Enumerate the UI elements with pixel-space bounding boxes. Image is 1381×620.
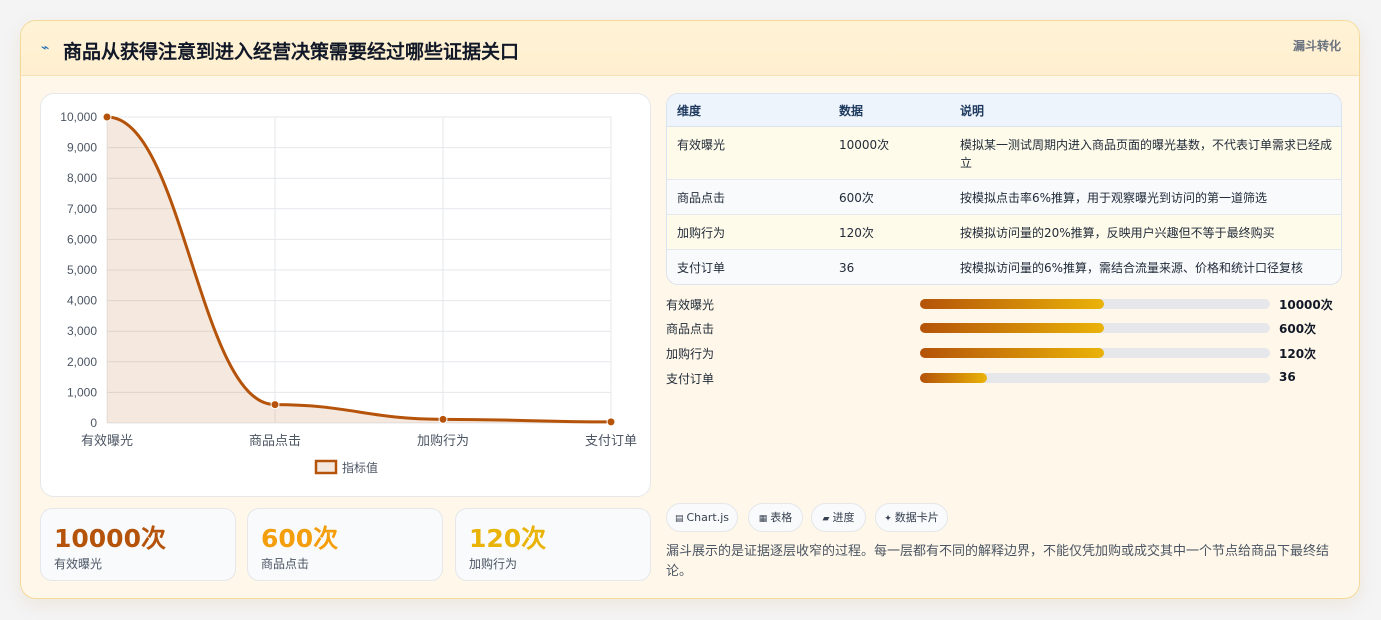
table-cell-dim: 商品点击 xyxy=(677,191,726,205)
legend-swatch xyxy=(314,459,338,475)
y-tick-label: 8,000 xyxy=(67,171,97,185)
data-point xyxy=(606,417,616,427)
table-cell-data: 120次 xyxy=(839,226,874,240)
progress-row-cart: 加购行为 120次 xyxy=(666,343,1346,363)
table-cell-dim: 支付订单 xyxy=(677,261,726,275)
x-tick-label: 有效曝光 xyxy=(81,434,133,449)
y-tick-label: 7,000 xyxy=(67,202,97,216)
progress-fill xyxy=(920,348,1104,358)
table-row: 加购行为 120次 按模拟访问量的20%推算，反映用户兴趣但不等于最终购买 xyxy=(667,215,1341,250)
progress-row-order: 支付订单 36 xyxy=(666,368,1346,388)
progress-fill xyxy=(920,373,987,383)
table-cell-data: 600次 xyxy=(839,191,874,205)
table-header-desc: 说明 xyxy=(960,104,985,118)
progress-track xyxy=(920,323,1270,333)
funnel-card: ⌁ 商品从获得注意到进入经营决策需要经过哪些证据关口 漏斗转化 0 1,000 2,… xyxy=(20,20,1360,599)
chip-chartjs[interactable]: ▤ Chart.js xyxy=(666,503,738,532)
chart-svg: 0 1,000 2,000 3,000 4,000 5,000 6,000 7,000 8,00… xyxy=(60,110,637,475)
x-tick-label: 加购行为 xyxy=(417,433,469,449)
progress-row-click: 商品点击 600次 xyxy=(666,318,1346,338)
y-tick-label: 6,000 xyxy=(67,232,97,246)
table-row: 有效曝光 10000次 模拟某一测试周期内进入商品页面的曝光基数，不代表订单需求… xyxy=(667,127,1341,180)
stat-label: 商品点击 xyxy=(261,557,310,571)
table-cell-dim: 有效曝光 xyxy=(677,138,726,152)
x-tick-label: 商品点击 xyxy=(249,434,301,449)
page-title: 商品从获得注意到进入经营决策需要经过哪些证据关口 xyxy=(63,41,520,63)
y-tick-label: 0 xyxy=(90,416,97,430)
data-point xyxy=(102,112,112,122)
data-point xyxy=(438,414,448,424)
stat-card-click: 600次 商品点击 xyxy=(247,508,443,581)
y-tick-label: 10,000 xyxy=(60,110,97,124)
stat-value: 600次 xyxy=(261,524,339,553)
y-tick-label: 4,000 xyxy=(67,294,97,308)
legend-label: 指标值 xyxy=(342,460,378,475)
table-icon: ▦ xyxy=(758,514,768,524)
stat-label: 有效曝光 xyxy=(54,557,103,571)
chip-label: 表格 xyxy=(770,511,793,524)
category-tag: 漏斗转化 xyxy=(1292,39,1341,53)
y-tick-label: 3,000 xyxy=(67,324,97,338)
progress-track xyxy=(920,373,1270,383)
chip-label: Chart.js xyxy=(686,511,730,524)
data-point xyxy=(270,400,280,410)
progress-track xyxy=(920,348,1270,358)
y-tick-label: 9,000 xyxy=(67,141,97,155)
stat-value: 10000次 xyxy=(54,524,166,553)
chip-table[interactable]: ▦ 表格 xyxy=(748,503,803,532)
table-header-dim: 维度 xyxy=(677,104,702,118)
chip-progress[interactable]: ▰ 进度 xyxy=(811,503,866,532)
progress-value: 120次 xyxy=(1279,347,1317,361)
table-cell-dim: 加购行为 xyxy=(677,226,726,240)
progress-value: 600次 xyxy=(1279,322,1317,336)
table-row: 商品点击 600次 按模拟点击率6%推算，用于观察曝光到访问的第一道筛选 xyxy=(667,180,1341,215)
table-cell-desc: 按模拟访问量的20%推算，反映用户兴趣但不等于最终购买 xyxy=(960,226,1275,240)
progress-label: 支付订单 xyxy=(666,372,715,386)
table-cell-desc: 按模拟点击率6%推算，用于观察曝光到访问的第一道筛选 xyxy=(960,191,1268,205)
progress-value: 36 xyxy=(1279,370,1296,384)
chart-icon: ▤ xyxy=(674,514,684,524)
chart-line-icon: ⌁ xyxy=(41,40,50,56)
funnel-table: 维度 数据 说明 有效曝光 10000次 模拟某一测试周期内进入商品页面的曝光基… xyxy=(666,93,1342,285)
progress-row-exposure: 有效曝光 10000次 xyxy=(666,294,1346,314)
stat-card-cart: 120次 加购行为 xyxy=(455,508,651,581)
table-cell-desc: 模拟某一测试周期内进入商品页面的曝光基数，不代表订单需求已经成立 xyxy=(960,138,1333,170)
progress-label: 商品点击 xyxy=(666,322,715,336)
funnel-line-chart: 0 1,000 2,000 3,000 4,000 5,000 6,000 7,000 8,00… xyxy=(40,93,651,497)
table-cell-data: 36 xyxy=(839,261,855,275)
progress-label: 有效曝光 xyxy=(666,298,715,312)
footnote: 漏斗展示的是证据逐层收窄的过程。每一层都有不同的解释边界，不能仅凭加购或成交其中… xyxy=(666,544,1330,579)
card-header: ⌁ 商品从获得注意到进入经营决策需要经过哪些证据关口 漏斗转化 xyxy=(21,21,1359,76)
chip-label: 进度 xyxy=(832,511,855,524)
stat-value: 120次 xyxy=(469,524,547,553)
progress-icon: ▰ xyxy=(822,514,830,524)
y-tick-label: 1,000 xyxy=(67,385,97,399)
stat-card-exposure: 10000次 有效曝光 xyxy=(40,508,236,581)
table-header: 维度 数据 说明 xyxy=(667,94,1341,127)
sparkle-icon: ✦ xyxy=(884,514,892,524)
progress-label: 加购行为 xyxy=(666,347,715,361)
stat-label: 加购行为 xyxy=(469,557,518,571)
progress-track xyxy=(920,299,1270,309)
x-tick-label: 支付订单 xyxy=(585,434,637,449)
table-cell-data: 10000次 xyxy=(839,138,890,152)
progress-fill xyxy=(920,299,1104,309)
table-cell-desc: 按模拟访问量的6%推算，需结合流量来源、价格和统计口径复核 xyxy=(960,261,1304,275)
y-tick-label: 2,000 xyxy=(67,355,97,369)
chip-label: 数据卡片 xyxy=(894,511,939,524)
table-row: 支付订单 36 按模拟访问量的6%推算，需结合流量来源、价格和统计口径复核 xyxy=(667,250,1341,284)
progress-fill xyxy=(920,323,1104,333)
table-header-data: 数据 xyxy=(839,104,864,118)
chip-data-card[interactable]: ✦ 数据卡片 xyxy=(875,503,948,532)
y-tick-label: 5,000 xyxy=(67,263,97,277)
progress-value: 10000次 xyxy=(1279,298,1333,312)
